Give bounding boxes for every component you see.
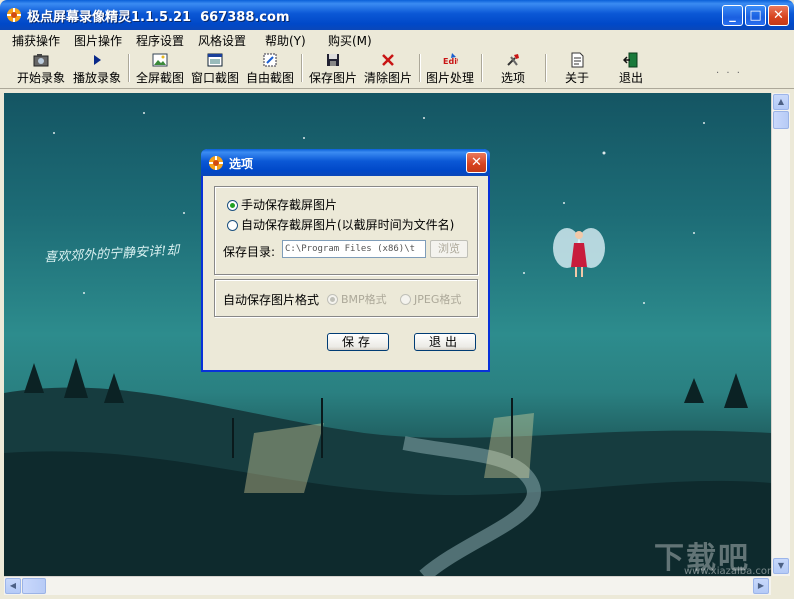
maximize-button[interactable]: □ (745, 5, 766, 26)
dialog-title-bar[interactable]: 选项 ✕ (201, 149, 490, 176)
exit-dialog-button[interactable]: 退出 (414, 333, 476, 351)
window-title: 极点屏幕录像精灵1.1.5.21 667388.com (27, 10, 290, 25)
exit-door-icon (623, 52, 638, 68)
options-dialog: 选项 ✕ 手动保存截屏图片 自动保存截屏图片(以截屏时间为文件名) 保存目录: … (201, 149, 490, 372)
vertical-scroll-thumb[interactable] (773, 111, 789, 129)
jpeg-format-radio[interactable]: JPEG格式 (400, 291, 461, 307)
save-directory-label: 保存目录: (223, 245, 276, 259)
start-record-button[interactable]: 开始录象 (14, 50, 68, 86)
app-logo-icon (7, 8, 21, 22)
menu-bar: 捕获操作 图片操作 程序设置 风格设置 帮助(Y) 购买(M) (0, 30, 794, 48)
scroll-up-arrow-icon[interactable]: ▲ (773, 94, 789, 110)
toolbar-separator (128, 54, 130, 82)
free-capture-button[interactable]: 自由截图 (243, 50, 297, 86)
menu-settings[interactable]: 程序设置 (136, 32, 184, 49)
vertical-scrollbar[interactable]: ▲ ▼ (771, 93, 790, 576)
bmp-format-radio[interactable]: BMP格式 (327, 291, 387, 307)
menu-capture[interactable]: 捕获操作 (12, 32, 60, 49)
save-image-button[interactable]: 保存图片 (306, 50, 360, 86)
free-capture-label: 自由截图 (245, 71, 294, 85)
save-image-label: 保存图片 (308, 71, 357, 85)
options-label: 选项 (500, 71, 525, 85)
save-mode-group: 手动保存截屏图片 自动保存截屏图片(以截屏时间为文件名) (214, 186, 478, 275)
menu-buy[interactable]: 购买(M) (328, 32, 372, 49)
minimize-button[interactable]: _ (722, 5, 743, 26)
clear-image-label: 清除图片 (363, 71, 412, 85)
clear-image-button[interactable]: 清除图片 (361, 50, 415, 86)
svg-text:Edit: Edit (443, 57, 458, 66)
options-button[interactable]: 选项 (488, 50, 538, 86)
close-icon: ✕ (773, 8, 784, 23)
window-icon (207, 53, 223, 67)
about-button[interactable]: 关于 (552, 50, 602, 86)
start-record-label: 开始录象 (16, 71, 65, 85)
scrollbar-corner (771, 576, 790, 595)
auto-save-format-label: 自动保存图片格式 (223, 293, 320, 307)
radio-unselected-icon (400, 294, 411, 305)
fullscreen-capture-button[interactable]: 全屏截图 (133, 50, 187, 86)
manual-save-label: 手动保存截屏图片 (241, 198, 338, 212)
maximize-icon: □ (749, 8, 762, 23)
exit-button[interactable]: 退出 (606, 50, 656, 86)
toolbar-separator (545, 54, 547, 82)
image-process-label: 图片处理 (425, 71, 474, 85)
exit-label: 退出 (618, 71, 643, 85)
save-directory-input[interactable]: C:\Program Files (x86)\t (282, 240, 426, 258)
radio-selected-icon (327, 294, 338, 305)
window-capture-button[interactable]: 窗口截图 (188, 50, 242, 86)
edit-icon: Edit (443, 53, 458, 66)
browse-button[interactable]: 浏览 (430, 240, 468, 258)
horizontal-scrollbar[interactable]: ◀ ▶ (4, 576, 771, 595)
window-capture-label: 窗口截图 (190, 71, 239, 85)
toolbar-separator (481, 54, 483, 82)
close-button[interactable]: ✕ (768, 5, 789, 26)
minimize-icon: _ (729, 8, 736, 23)
scroll-left-arrow-icon[interactable]: ◀ (5, 578, 21, 594)
play-record-button[interactable]: 播放录象 (70, 50, 124, 86)
scroll-right-arrow-icon[interactable]: ▶ (753, 578, 769, 594)
menu-help[interactable]: 帮助(Y) (265, 32, 306, 49)
watermark-url: www.xiazaiba.com (684, 566, 771, 576)
image-process-button[interactable]: Edit 图片处理 (423, 50, 477, 86)
document-icon (571, 52, 584, 68)
manual-save-radio[interactable]: 手动保存截屏图片 (227, 196, 337, 213)
floppy-disk-icon (327, 54, 339, 66)
picture-icon (152, 53, 168, 67)
play-record-label: 播放录象 (72, 71, 121, 85)
menu-style[interactable]: 风格设置 (198, 32, 246, 49)
scroll-down-arrow-icon[interactable]: ▼ (773, 558, 789, 574)
radio-unselected-icon (227, 220, 238, 231)
fullscreen-capture-label: 全屏截图 (135, 71, 184, 85)
app-logo-icon (209, 156, 223, 170)
bmp-format-label: BMP格式 (341, 293, 387, 306)
radio-selected-icon (227, 200, 238, 211)
selection-icon (263, 53, 277, 67)
toolbar: 开始录象 播放录象 全屏截图 窗口截图 自由截图 保存图片 清除图片 Edi 图… (0, 48, 794, 89)
dialog-title: 选项 (229, 157, 254, 171)
toolbar-separator (419, 54, 421, 82)
title-bar[interactable]: 极点屏幕录像精灵1.1.5.21 667388.com _ □ ✕ (0, 0, 794, 30)
jpeg-format-label: JPEG格式 (414, 293, 462, 306)
tools-icon (507, 54, 519, 66)
dialog-close-button[interactable]: ✕ (466, 152, 487, 173)
red-x-icon (382, 54, 394, 66)
about-label: 关于 (564, 71, 589, 85)
close-icon: ✕ (471, 155, 482, 170)
auto-save-radio[interactable]: 自动保存截屏图片(以截屏时间为文件名) (227, 216, 454, 233)
save-button[interactable]: 保存 (327, 333, 389, 351)
toolbar-overflow-indicator[interactable]: · · · (716, 68, 742, 79)
horizontal-scroll-thumb[interactable] (22, 578, 46, 594)
toolbar-separator (301, 54, 303, 82)
camera-icon (33, 54, 49, 67)
auto-save-label: 自动保存截屏图片(以截屏时间为文件名) (241, 218, 455, 232)
menu-image[interactable]: 图片操作 (74, 32, 122, 49)
play-icon (94, 55, 101, 65)
